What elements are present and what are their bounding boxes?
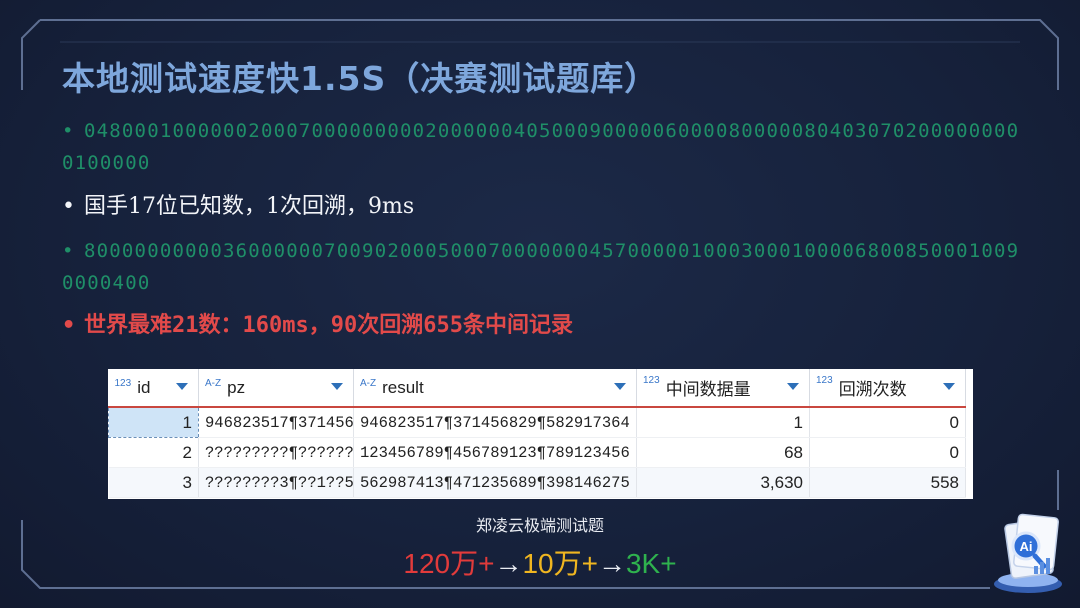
cell-id[interactable]: 2 (108, 437, 199, 468)
cell-mid-count[interactable]: 3,630 (636, 467, 810, 498)
cell-backtrack[interactable]: 558 (809, 467, 966, 498)
bullet-puzzle-string-2: • 800000000003600000070090200050007000000… (62, 235, 1022, 299)
column-header-mid-count[interactable]: 123 中间数据量 (636, 369, 810, 408)
cell-pz[interactable]: 946823517¶371456 (198, 407, 354, 438)
cell-mid-count[interactable]: 68 (636, 437, 810, 468)
puzzle-string-1: 0480001000000200070000000002000000405000… (62, 120, 1020, 174)
column-header-id[interactable]: 123 id (108, 369, 199, 408)
results-table: 123 id A-Z pz A-Z result 123 中间数据量 123 回溯次数 1… (108, 369, 966, 498)
arrow-right-icon: → (494, 548, 523, 579)
flow-value-mid: 10万+ (522, 548, 598, 579)
column-header-result[interactable]: A-Z result (353, 369, 637, 408)
reduction-flow: 120万+→10万+→3K+ (0, 542, 1080, 582)
hardest-text: 世界最难21数：160ms，90次回溯655条中间记录 (84, 313, 573, 338)
table-caption: 郑凌云极端测试题 (475, 516, 604, 535)
cell-id[interactable]: 1 (108, 406, 199, 438)
bullet-dot-icon: • (62, 240, 75, 262)
bullet-guoshou: • 国手17位已知数，1次回溯，9ms (62, 191, 1022, 223)
ai-document-icon: Ai (994, 513, 1062, 593)
results-table-panel: 123 id A-Z pz A-Z result 123 中间数据量 123 回溯次数 1… (108, 369, 973, 499)
cell-id[interactable]: 3 (108, 467, 199, 498)
flow-value-start: 120万+ (403, 548, 495, 579)
cell-result[interactable]: 562987413¶471235689¶398146275 (353, 467, 637, 498)
dropdown-arrow-icon[interactable] (176, 383, 188, 390)
dropdown-arrow-icon[interactable] (614, 383, 626, 390)
cell-pz[interactable]: ?????????¶???????? (198, 437, 354, 468)
dropdown-arrow-icon[interactable] (943, 383, 955, 390)
cell-result[interactable]: 946823517¶371456829¶582917364 (353, 407, 637, 438)
slide: 本地测试速度快1.5S（决赛测试题库） • 0480001000000200070… (0, 0, 1080, 608)
svg-text:Ai: Ai (1020, 539, 1033, 554)
cell-backtrack[interactable]: 0 (809, 437, 966, 468)
column-header-pz[interactable]: A-Z pz (198, 369, 354, 408)
table-header-row: 123 id A-Z pz A-Z result 123 中间数据量 123 回溯次数 (108, 369, 966, 408)
cell-result[interactable]: 123456789¶456789123¶789123456 (353, 437, 637, 468)
flow-value-end: 3K+ (625, 548, 677, 579)
puzzle-string-2: 8000000000036000000700902000500070000000… (62, 240, 1020, 294)
cell-pz[interactable]: ????????3¶??1??56 (198, 467, 354, 498)
bullet-dot-icon: • (62, 120, 75, 142)
bullet-dot-icon: • (62, 194, 75, 219)
dropdown-arrow-icon[interactable] (331, 383, 343, 390)
cell-backtrack[interactable]: 0 (809, 407, 966, 438)
table-row[interactable]: 2 ?????????¶???????? 123456789¶456789123… (108, 437, 966, 468)
dropdown-arrow-icon[interactable] (787, 383, 799, 390)
column-header-backtrack[interactable]: 123 回溯次数 (809, 369, 966, 408)
table-row[interactable]: 1 946823517¶371456 946823517¶371456829¶5… (108, 406, 966, 438)
page-title: 本地测试速度快1.5S（决赛测试题库） (62, 59, 659, 98)
bullet-puzzle-string-1: • 048000100000020007000000000200000040500… (62, 115, 1022, 179)
bullet-hardest: • 世界最难21数：160ms，90次回溯655条中间记录 (62, 310, 1022, 342)
table-row[interactable]: 3 ????????3¶??1??56 562987413¶471235689¶… (108, 467, 966, 498)
bullet-dot-icon: • (62, 313, 76, 338)
arrow-right-icon: → (597, 548, 626, 579)
cell-mid-count[interactable]: 1 (636, 407, 810, 438)
guoshou-text: 国手17位已知数，1次回溯，9ms (84, 194, 415, 219)
